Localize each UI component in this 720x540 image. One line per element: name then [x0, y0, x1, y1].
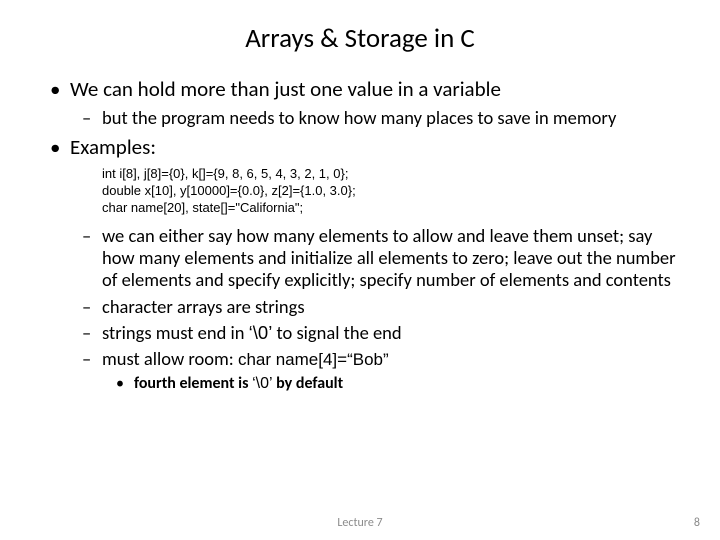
code-line: int i[8], j[8]={0}, k[]={9, 8, 6, 5, 4, … — [102, 166, 682, 183]
text: character arrays are strings — [102, 295, 305, 318]
text: We can hold more than just one value in … — [70, 76, 501, 102]
footer-lecture-label: Lecture 7 — [0, 516, 720, 530]
bullet-dash-icon: – — [82, 348, 91, 370]
code-line: double x[10], y[10000]={0.0}, z[2]={1.0,… — [102, 183, 682, 200]
slide-body: • We can hold more than just one value i… — [0, 77, 720, 394]
text: by default — [273, 374, 344, 393]
bullet-dot-icon: • — [50, 135, 60, 161]
subbullet-char-arrays: – character arrays are strings — [102, 296, 682, 318]
inline-code: ‘\0’ — [252, 375, 272, 392]
text: must allow room: — [102, 347, 238, 370]
bullet-dot-icon: • — [116, 374, 124, 393]
subbullet-explanation: – we can either say how many elements to… — [102, 225, 682, 292]
bullet-dash-icon: – — [82, 107, 91, 129]
text: strings must end in — [102, 321, 249, 344]
subsubbullet-fourth-element: • fourth element is ‘\0’ by default — [134, 374, 682, 393]
slide-title: Arrays & Storage in C — [0, 0, 720, 77]
subbullet-string-terminator: – strings must end in ‘\0’ to signal the… — [102, 322, 682, 344]
text: fourth element is — [134, 374, 252, 393]
text: to signal the end — [272, 321, 401, 344]
bullet-dash-icon: – — [82, 225, 91, 247]
text: Examples: — [70, 134, 156, 160]
code-line: char name[20], state[]="California"; — [102, 200, 682, 217]
bullet-examples: • Examples: — [70, 135, 682, 161]
text: but the program needs to know how many p… — [102, 106, 616, 129]
bullet-variable-hold: • We can hold more than just one value i… — [70, 77, 682, 103]
bullet-dash-icon: – — [82, 322, 91, 344]
subbullet-allow-room: – must allow room: char name[4]=“Bob” — [102, 348, 682, 370]
footer-page-number: 8 — [694, 516, 700, 530]
inline-code: char name[4]=“Bob” — [238, 350, 389, 369]
bullet-dot-icon: • — [50, 77, 60, 103]
text: we can either say how many elements to a… — [102, 224, 676, 291]
inline-code: ‘\0’ — [249, 322, 273, 343]
subbullet-memory-places: – but the program needs to know how many… — [102, 107, 682, 129]
code-example-block: int i[8], j[8]={0}, k[]={9, 8, 6, 5, 4, … — [102, 166, 682, 217]
bullet-dash-icon: – — [82, 296, 91, 318]
